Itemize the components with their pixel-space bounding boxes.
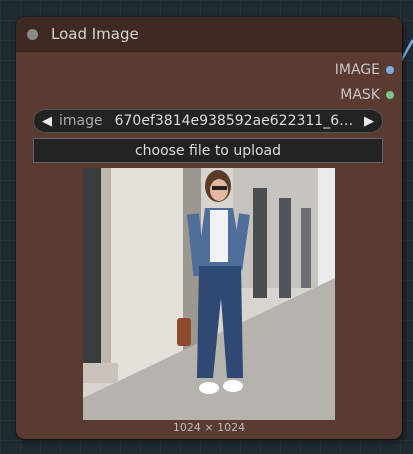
- output-image-slot-icon[interactable]: [386, 66, 394, 74]
- image-preview: [83, 168, 335, 420]
- node-header[interactable]: Load Image: [16, 17, 402, 52]
- node-title: Load Image: [51, 25, 139, 43]
- combo-name: image: [59, 113, 103, 129]
- collapse-dot-icon[interactable]: [27, 28, 38, 40]
- load-image-node[interactable]: Load Image IMAGE MASK ◀ image 670ef3814e…: [16, 17, 402, 439]
- combo-value[interactable]: 670ef3814e938592ae622311_66…: [115, 113, 359, 129]
- upload-button[interactable]: choose file to upload: [33, 138, 383, 163]
- output-mask-label: MASK: [340, 87, 380, 103]
- combo-prev-arrow-icon[interactable]: ◀: [37, 114, 57, 129]
- output-mask-slot-icon[interactable]: [386, 91, 394, 99]
- output-image-label: IMAGE: [334, 62, 380, 78]
- output-image[interactable]: IMAGE: [335, 62, 394, 78]
- image-size-label: 1024 × 1024: [172, 421, 246, 434]
- image-combo-widget[interactable]: ◀ image 670ef3814e938592ae622311_66… ▶: [33, 109, 383, 133]
- output-mask[interactable]: MASK: [340, 87, 394, 103]
- combo-next-arrow-icon[interactable]: ▶: [359, 114, 379, 129]
